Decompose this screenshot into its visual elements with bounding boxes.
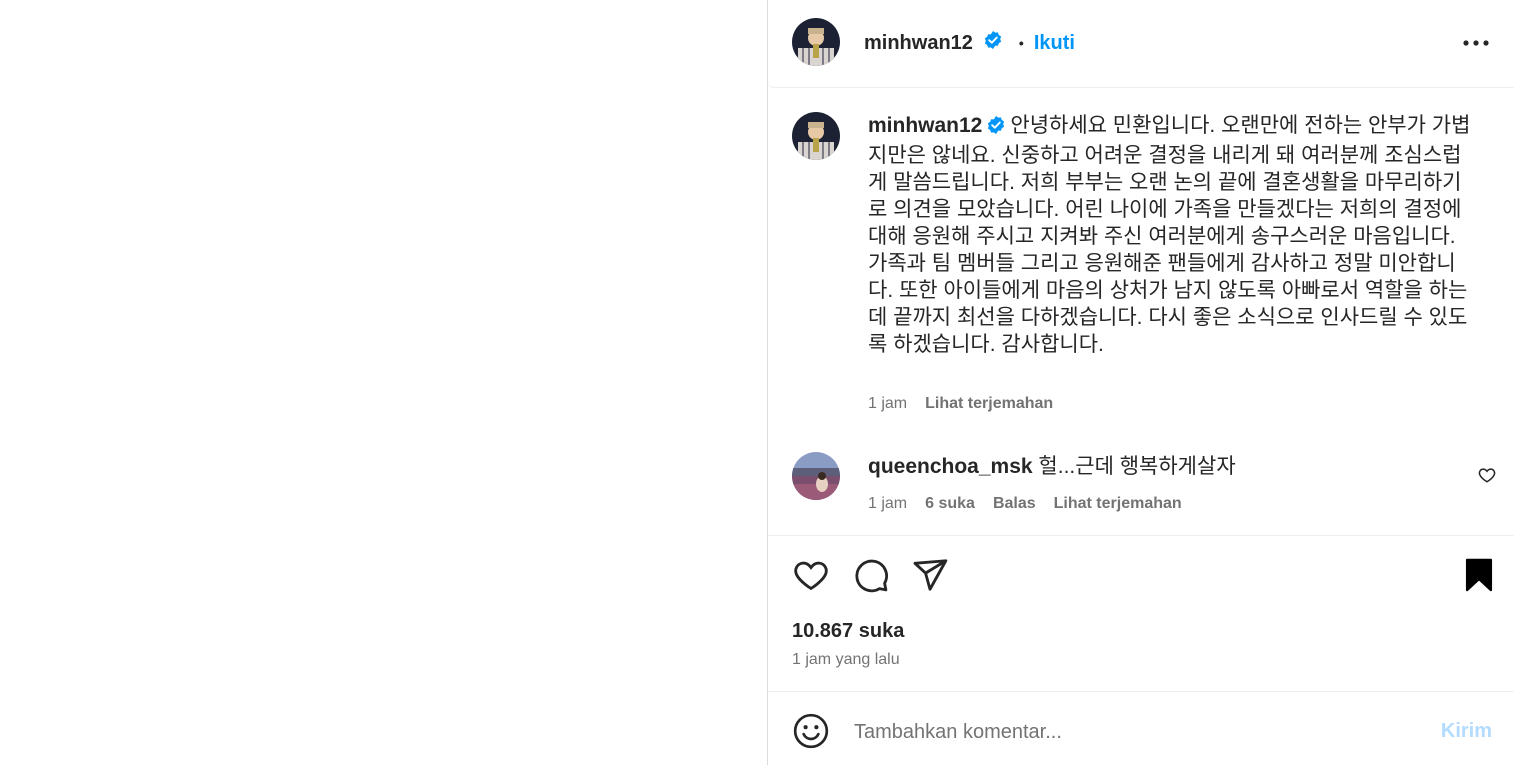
commenter-avatar[interactable]: [792, 452, 840, 500]
comment-bubble-icon[interactable]: [852, 556, 890, 594]
caption-author-avatar[interactable]: [792, 112, 840, 160]
follow-button[interactable]: Ikuti: [1034, 32, 1075, 55]
paper-plane-icon[interactable]: [911, 556, 949, 594]
post-likes-count[interactable]: 10.867 suka: [792, 620, 904, 643]
comment-translate-link[interactable]: Lihat terjemahan: [1054, 495, 1182, 513]
post-side-panel: minhwan12 • Ikuti minhwan12 안녕하세요 민환입니다. …: [767, 0, 1514, 765]
comment-like-heart-icon[interactable]: [1478, 466, 1496, 484]
header-user: minhwan12 • Ikuti: [864, 30, 1075, 56]
post-header: minhwan12 • Ikuti: [768, 0, 1514, 88]
post-timestamp[interactable]: 1 jam yang lalu: [792, 651, 900, 669]
author-avatar[interactable]: [792, 18, 840, 66]
more-options-icon[interactable]: [1462, 31, 1490, 55]
composer-divider: [768, 691, 1514, 692]
post-media-area: [0, 0, 767, 765]
smiley-icon[interactable]: [792, 712, 830, 750]
send-comment-button[interactable]: Kirim: [1441, 720, 1492, 743]
header-username[interactable]: minhwan12: [864, 32, 973, 55]
comment-meta: 1 jam 6 suka Balas Lihat terjemahan: [868, 495, 1182, 513]
caption-username[interactable]: minhwan12: [868, 114, 982, 137]
actions-divider: [768, 535, 1514, 536]
comment-reply-button[interactable]: Balas: [993, 495, 1036, 513]
caption-translate-link[interactable]: Lihat terjemahan: [925, 395, 1053, 413]
comment-text: 헐...근데 행복하게살자: [1038, 455, 1236, 478]
caption-meta: 1 jam Lihat terjemahan: [868, 395, 1053, 413]
caption-text: 안녕하세요 민환입니다. 오랜만에 전하는 안부가 가볍지만은 않네요. 신중하…: [868, 114, 1471, 356]
heart-icon[interactable]: [792, 556, 830, 594]
comment-likes[interactable]: 6 suka: [925, 495, 975, 513]
verified-badge-icon: [986, 115, 1006, 142]
comment-username[interactable]: queenchoa_msk: [868, 455, 1033, 478]
caption-time[interactable]: 1 jam: [868, 395, 907, 413]
header-separator: •: [1018, 35, 1024, 51]
comment-body: queenchoa_msk 헐...근데 행복하게살자: [868, 453, 1236, 480]
comment-time[interactable]: 1 jam: [868, 495, 907, 513]
post-caption: minhwan12 안녕하세요 민환입니다. 오랜만에 전하는 안부가 가볍지만은…: [868, 112, 1480, 358]
bookmark-filled-icon[interactable]: [1460, 556, 1498, 594]
verified-badge-icon: [983, 30, 1003, 56]
add-comment-input[interactable]: [852, 713, 1416, 751]
